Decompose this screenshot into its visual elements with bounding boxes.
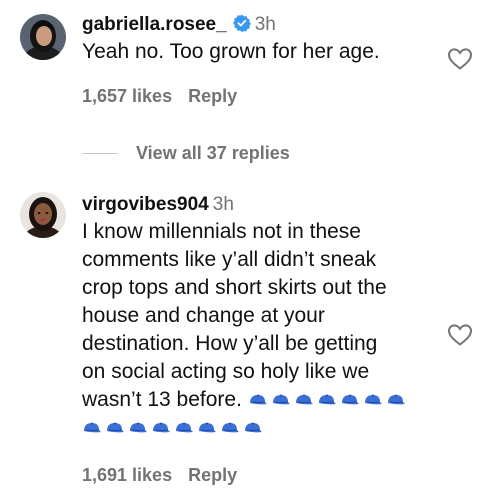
username[interactable]: gabriella.rosee_ [82,14,227,35]
comment-time: 3h [212,194,234,215]
blue-cap-emoji [82,415,102,433]
comment-text: Yeah no. Too grown for her age. [82,40,380,63]
view-replies-button[interactable]: View all 37 replies [82,140,290,166]
comment-text-line: wasn’t 13 before. [82,388,242,411]
username[interactable]: virgovibes904 [82,194,209,215]
emoji-row [82,414,266,442]
avatar[interactable] [20,192,66,238]
comment-text-line: comments like y’all didn’t sneak [82,248,377,271]
blue-cap-emoji [248,387,268,405]
divider-line [82,152,118,154]
comment-text-line: house and change at your [82,304,325,327]
blue-cap-emoji [105,415,125,433]
blue-cap-emoji [363,387,383,405]
comment-text: I know millennials not in these comments… [82,218,440,442]
blue-cap-emoji [317,387,337,405]
like-heart-icon[interactable] [447,323,473,347]
blue-cap-emoji [294,387,314,405]
like-heart-icon[interactable] [447,47,473,71]
comment-text-line: on social acting so holy like we [82,360,370,383]
comment-time: 3h [254,14,276,35]
blue-cap-emoji [243,415,263,433]
reply-button[interactable]: Reply [188,465,237,485]
view-replies-label: View all 37 replies [136,142,290,163]
blue-cap-emoji [174,415,194,433]
verified-badge-icon [232,14,251,33]
likes-count[interactable]: 1,657 likes [82,86,172,106]
reply-button[interactable]: Reply [188,86,237,106]
comment-text-line: crop tops and short skirts out the [82,276,387,299]
blue-cap-emoji [271,387,291,405]
blue-cap-emoji [386,387,406,405]
blue-cap-emoji [197,415,217,433]
blue-cap-emoji [340,387,360,405]
blue-cap-emoji [151,415,171,433]
blue-cap-emoji [220,415,240,433]
blue-cap-emoji [128,415,148,433]
comment-text-line: destination. How y’all be getting [82,332,378,355]
avatar[interactable] [20,14,66,60]
emoji-row [248,386,409,414]
likes-count[interactable]: 1,691 likes [82,465,172,485]
comment-text-line: I know millennials not in these [82,220,361,243]
